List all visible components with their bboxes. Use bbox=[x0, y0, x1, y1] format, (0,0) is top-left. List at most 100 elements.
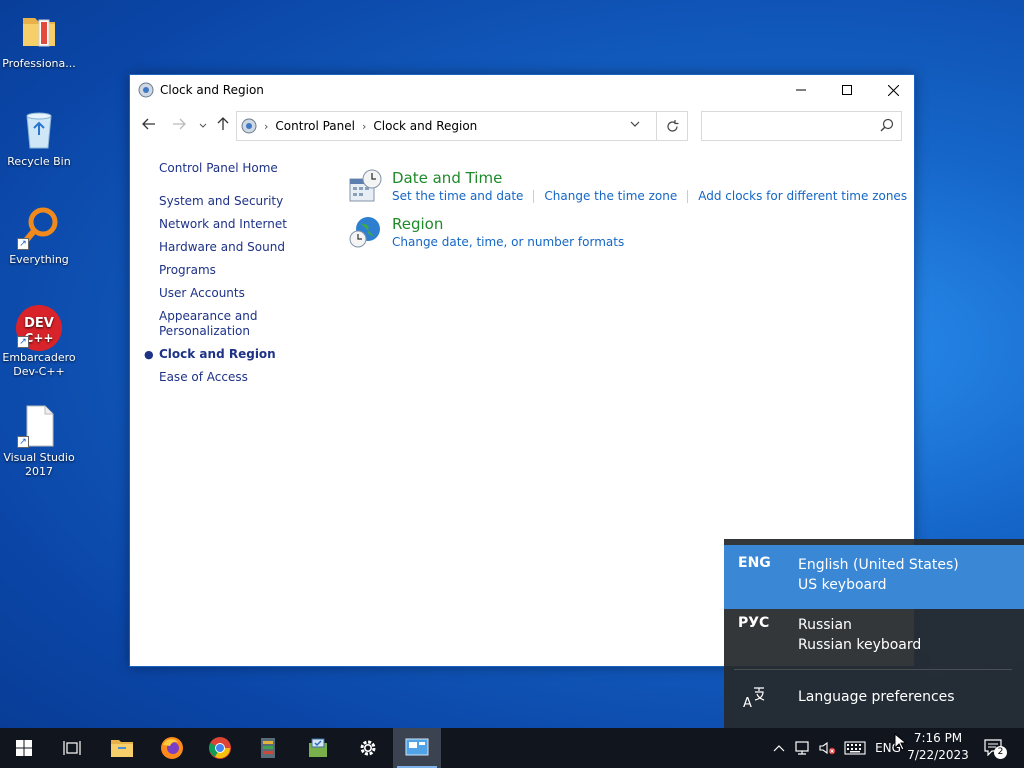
language-preferences-link[interactable]: Language preferences bbox=[798, 689, 955, 705]
touch-keyboard-button[interactable] bbox=[842, 728, 868, 768]
desktop-icon-devcpp[interactable]: DEV C++ ↗ Embarcadero Dev-C++ bbox=[2, 304, 76, 379]
desktop-icon-label: Embarcadero Dev-C++ bbox=[2, 351, 76, 378]
desktop-icon-recycle-bin[interactable]: Recycle Bin bbox=[2, 108, 76, 169]
speaker-muted-icon bbox=[819, 741, 836, 755]
language-option-english[interactable]: ENG English (United States) US keyboard bbox=[724, 545, 1024, 609]
desktop-icon-professional[interactable]: Professiona... bbox=[2, 10, 76, 71]
archive-icon bbox=[261, 738, 275, 758]
change-formats-link[interactable]: Change date, time, or number formats bbox=[392, 235, 624, 249]
address-bar[interactable]: › Control Panel › Clock and Region bbox=[236, 111, 688, 141]
shortcut-arrow-icon: ↗ bbox=[17, 436, 29, 448]
start-button[interactable] bbox=[0, 728, 48, 768]
active-bullet-icon: ● bbox=[144, 348, 154, 361]
folder-icon bbox=[111, 740, 133, 757]
refresh-icon bbox=[666, 120, 678, 132]
region-links: Change date, time, or number formats bbox=[392, 235, 624, 249]
region-title[interactable]: Region bbox=[392, 215, 443, 233]
taskbar-file-explorer[interactable] bbox=[98, 728, 146, 768]
chevron-right-icon[interactable]: › bbox=[362, 120, 366, 133]
nav-appearance-and-personalization[interactable]: Appearance and Personalization bbox=[159, 309, 279, 339]
task-view-button[interactable] bbox=[48, 728, 96, 768]
minimize-button[interactable] bbox=[778, 75, 824, 105]
clock-time: 7:16 PM bbox=[913, 731, 963, 745]
show-hidden-icons-button[interactable] bbox=[770, 728, 788, 768]
nav-programs[interactable]: Programs bbox=[159, 263, 339, 278]
up-button[interactable] bbox=[214, 117, 232, 135]
nav-control-panel-home[interactable]: Control Panel Home bbox=[159, 161, 339, 176]
devcpp-logo-icon: DEV C++ ↗ bbox=[16, 304, 62, 351]
nav-network-and-internet[interactable]: Network and Internet bbox=[159, 217, 339, 232]
date-and-time-links: Set the time and date Change the time zon… bbox=[392, 189, 907, 203]
taskbar-archive-app[interactable] bbox=[244, 728, 292, 768]
taskbar-firefox[interactable] bbox=[148, 728, 196, 768]
nav-hardware-and-sound[interactable]: Hardware and Sound bbox=[159, 240, 339, 255]
refresh-button[interactable] bbox=[656, 111, 688, 141]
shortcut-arrow-icon: ↗ bbox=[17, 238, 29, 250]
back-button[interactable] bbox=[140, 117, 158, 135]
taskbar-settings[interactable] bbox=[344, 728, 392, 768]
chevron-right-icon[interactable]: › bbox=[264, 120, 268, 133]
folder-icon bbox=[17, 10, 61, 54]
globe-clock-icon bbox=[348, 215, 382, 249]
nav-item-label: Clock and Region bbox=[159, 347, 276, 361]
title-bar[interactable]: Clock and Region bbox=[130, 75, 914, 105]
taskbar-chrome[interactable] bbox=[196, 728, 244, 768]
nav-pane: Control Panel Home System and Security N… bbox=[144, 161, 339, 393]
maximize-button[interactable] bbox=[824, 75, 870, 105]
link-divider bbox=[533, 190, 535, 203]
nav-ease-of-access[interactable]: Ease of Access bbox=[159, 370, 339, 385]
search-icon[interactable] bbox=[880, 118, 896, 134]
language-code: ENG bbox=[738, 555, 771, 571]
clock-date: 7/22/2023 bbox=[907, 748, 969, 762]
breadcrumb-control-panel[interactable]: Control Panel bbox=[275, 119, 355, 133]
link-divider bbox=[687, 190, 689, 203]
control-panel-icon bbox=[138, 82, 154, 98]
change-time-zone-link[interactable]: Change the time zone bbox=[544, 189, 677, 203]
svg-text:DEV: DEV bbox=[24, 316, 54, 331]
mouse-cursor-icon bbox=[894, 732, 908, 751]
desktop-icon-label: Visual Studio 2017 bbox=[3, 451, 75, 478]
desktop-icon-label: Everything bbox=[9, 253, 69, 266]
language-option-russian[interactable]: РУС Russian Russian keyboard bbox=[724, 605, 1024, 669]
chrome-icon bbox=[209, 737, 231, 759]
control-panel-icon bbox=[405, 738, 429, 756]
nav-system-and-security[interactable]: System and Security bbox=[159, 194, 339, 209]
action-center-button[interactable]: 2 bbox=[976, 728, 1012, 768]
svg-text:A: A bbox=[743, 696, 752, 711]
taskbar-control-panel[interactable] bbox=[393, 728, 441, 768]
keyboard-name-text: US keyboard bbox=[798, 577, 887, 593]
desktop-icon-visual-studio[interactable]: ↗ Visual Studio 2017 bbox=[2, 404, 76, 479]
network-button[interactable] bbox=[792, 728, 814, 768]
notification-count-badge: 2 bbox=[994, 746, 1007, 759]
forward-button[interactable] bbox=[170, 117, 188, 135]
volume-button[interactable] bbox=[816, 728, 838, 768]
chevron-up-icon bbox=[773, 745, 785, 752]
firefox-icon bbox=[161, 737, 183, 759]
desktop-icon-everything[interactable]: ↗ Everything bbox=[2, 206, 76, 267]
date-and-time-title[interactable]: Date and Time bbox=[392, 169, 502, 187]
language-name: English (United States) US keyboard bbox=[798, 555, 959, 595]
nav-clock-and-region[interactable]: ● Clock and Region bbox=[144, 347, 339, 362]
network-icon bbox=[795, 741, 809, 755]
search-input[interactable] bbox=[701, 111, 902, 141]
taskbar-clock[interactable]: 7:16 PM 7/22/2023 bbox=[906, 730, 970, 764]
taskbar-installer-app[interactable] bbox=[294, 728, 342, 768]
language-name-text: English (United States) bbox=[798, 557, 959, 573]
close-button[interactable] bbox=[870, 75, 916, 105]
control-panel-icon bbox=[241, 118, 257, 134]
task-view-icon bbox=[63, 741, 81, 755]
language-code: РУС bbox=[738, 615, 770, 631]
set-time-and-date-link[interactable]: Set the time and date bbox=[392, 189, 523, 203]
recent-locations-chevron-icon[interactable] bbox=[194, 117, 212, 135]
language-name: Russian Russian keyboard bbox=[798, 615, 921, 655]
installer-icon bbox=[309, 738, 327, 757]
address-dropdown-chevron-icon[interactable] bbox=[629, 118, 641, 133]
nav-user-accounts[interactable]: User Accounts bbox=[159, 286, 339, 301]
notification-icon: 2 bbox=[983, 738, 1007, 759]
window-title: Clock and Region bbox=[160, 83, 264, 97]
add-clocks-link[interactable]: Add clocks for different time zones bbox=[698, 189, 907, 203]
keyboard-icon bbox=[844, 741, 866, 755]
breadcrumb-clock-and-region[interactable]: Clock and Region bbox=[373, 119, 477, 133]
taskbar: ENG 7:16 PM 7/22/2023 2 bbox=[0, 728, 1024, 768]
language-name-text: Russian bbox=[798, 617, 852, 633]
